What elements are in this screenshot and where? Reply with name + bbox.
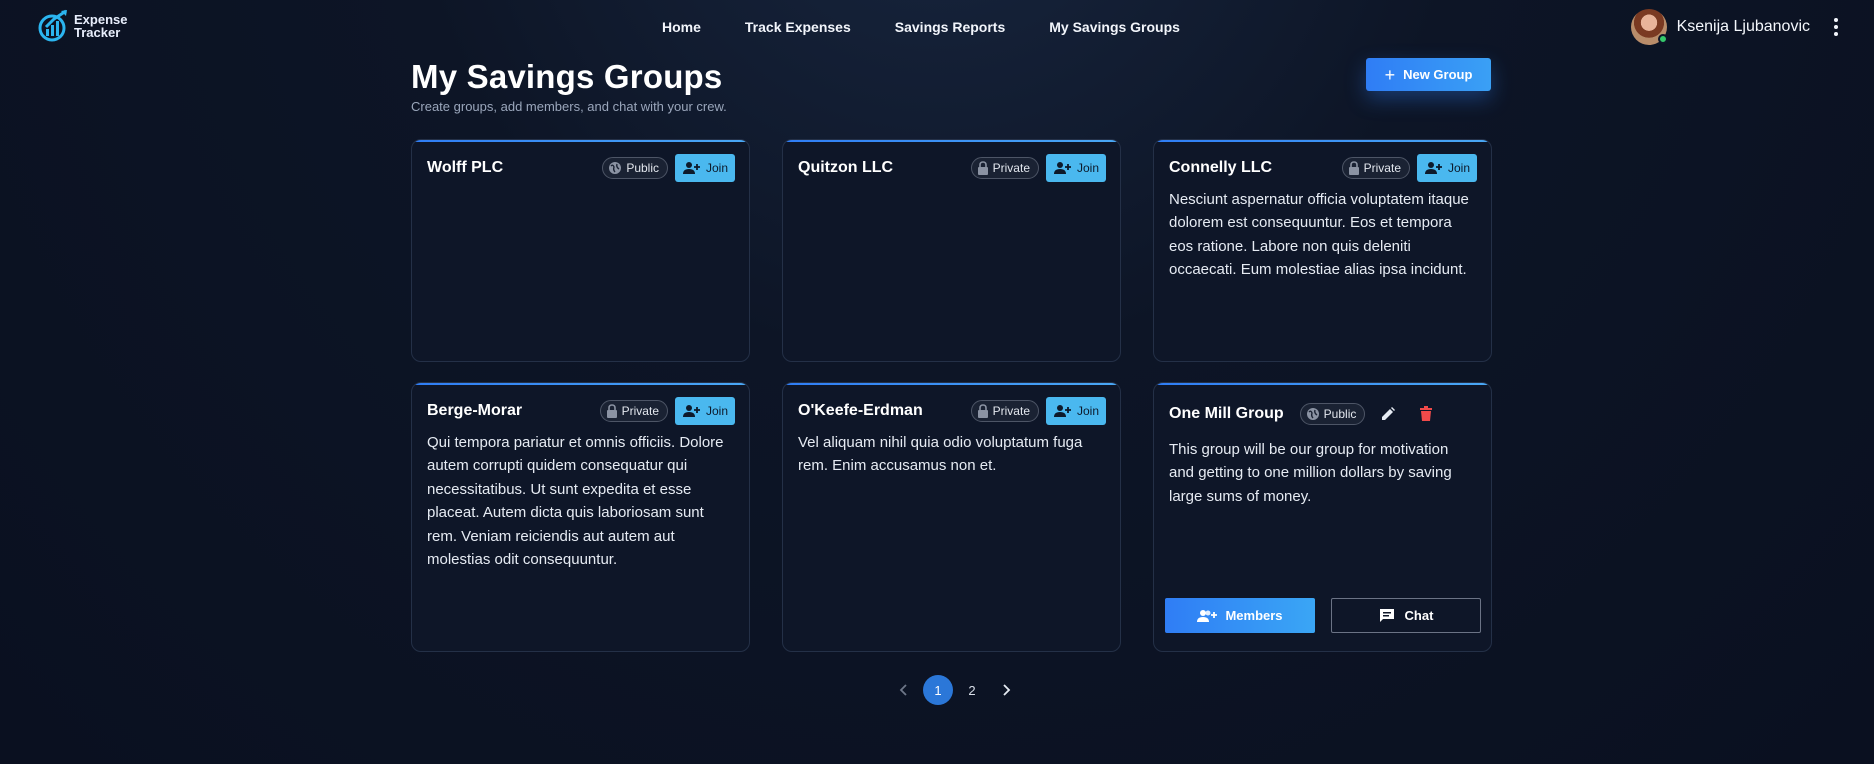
person-add-icon [682,162,700,174]
new-group-label: New Group [1403,67,1473,82]
person-add-icon [1053,405,1071,417]
visibility-label: Private [621,404,659,418]
lock-icon [977,161,988,175]
visibility-badge: Private [970,157,1039,179]
join-label: Join [1447,161,1470,175]
join-button[interactable]: Join [1046,154,1106,182]
group-card-owned: One Mill Group Public This group will be… [1153,382,1492,652]
join-button[interactable]: Join [1046,397,1106,425]
group-card: Wolff PLC Public Join [411,139,750,362]
brand-logo[interactable]: Expense Tracker [38,9,127,43]
group-name: Berge-Morar [427,402,523,419]
chat-button[interactable]: Chat [1331,598,1481,633]
join-button[interactable]: Join [675,397,735,425]
group-name: Connelly LLC [1169,159,1273,176]
chat-label: Chat [1404,608,1434,623]
visibility-badge: Private [970,400,1039,422]
plus-icon: + [1384,64,1396,85]
visibility-badge: Private [1341,157,1410,179]
visibility-badge: Public [602,157,668,179]
globe-icon [609,162,622,174]
group-description: This group will be our group for motivat… [1169,441,1452,505]
visibility-label: Public [626,161,659,175]
chevron-left-icon[interactable] [889,675,919,705]
group-name: Quitzon LLC [798,159,894,176]
lock-icon [606,404,617,418]
visibility-badge: Private [599,400,668,422]
globe-icon [1306,408,1319,420]
group-card: Connelly LLC Private Join Nesciunt asper… [1153,139,1492,362]
members-label: Members [1225,608,1283,623]
person-add-icon [682,405,700,417]
group-card: O'Keefe-Erdman Private Join Vel aliquam … [782,382,1121,652]
new-group-button[interactable]: + New Group [1366,58,1491,91]
edit-icon[interactable] [1373,399,1403,429]
join-button[interactable]: Join [1417,154,1477,182]
user-name: Ksenija Ljubanovic [1676,18,1810,35]
group-card: Berge-Morar Private Join Qui tempora par… [411,382,750,652]
online-status-dot [1657,34,1668,44]
group-add-icon [1197,609,1218,622]
join-label: Join [705,161,728,175]
nav-home[interactable]: Home [640,0,723,54]
page-subtitle: Create groups, add members, and chat wit… [411,99,727,114]
person-add-icon [1424,162,1442,174]
group-description: Vel aliquam nihil quia odio voluptatum f… [798,434,1083,475]
join-label: Join [705,404,728,418]
pagination: 1 2 [887,675,1023,705]
visibility-label: Private [1363,161,1401,175]
lock-icon [977,404,988,418]
chevron-right-icon[interactable] [991,675,1021,705]
user-menu: Ksenija Ljubanovic [1630,9,1846,45]
chart-logo-icon [38,9,67,42]
visibility-label: Public [1323,407,1357,421]
visibility-label: Private [992,161,1030,175]
person-add-icon [1053,162,1071,174]
join-button[interactable]: Join [675,154,735,182]
nav-savings-reports[interactable]: Savings Reports [873,0,1027,54]
nav-track-expenses[interactable]: Track Expenses [723,0,873,54]
chat-icon [1379,608,1394,622]
group-name: O'Keefe-Erdman [798,402,923,419]
members-button[interactable]: Members [1165,598,1315,633]
page-button-2[interactable]: 2 [957,675,987,705]
lock-icon [1348,161,1359,175]
avatar[interactable] [1630,9,1668,45]
group-card: Quitzon LLC Private Join [782,139,1121,362]
more-vert-icon[interactable] [1826,15,1846,39]
visibility-label: Private [992,404,1030,418]
page-button-1[interactable]: 1 [923,675,953,705]
page-title: My Savings Groups [411,58,723,95]
group-name: One Mill Group [1169,405,1284,422]
group-description: Nesciunt aspernatur officia voluptatem i… [1169,191,1469,279]
main-nav: Home Track Expenses Savings Reports My S… [640,0,1202,54]
group-name: Wolff PLC [427,159,504,176]
top-navbar: Expense Tracker Home Track Expenses Savi… [0,0,1874,54]
nav-my-savings-groups[interactable]: My Savings Groups [1027,0,1202,54]
join-label: Join [1076,404,1099,418]
visibility-badge: Public [1299,403,1366,425]
join-label: Join [1076,161,1099,175]
delete-icon[interactable] [1411,399,1441,429]
group-description: Qui tempora pariatur et omnis officiis. … [427,434,724,569]
brand-line-2: Tracker [74,25,121,40]
